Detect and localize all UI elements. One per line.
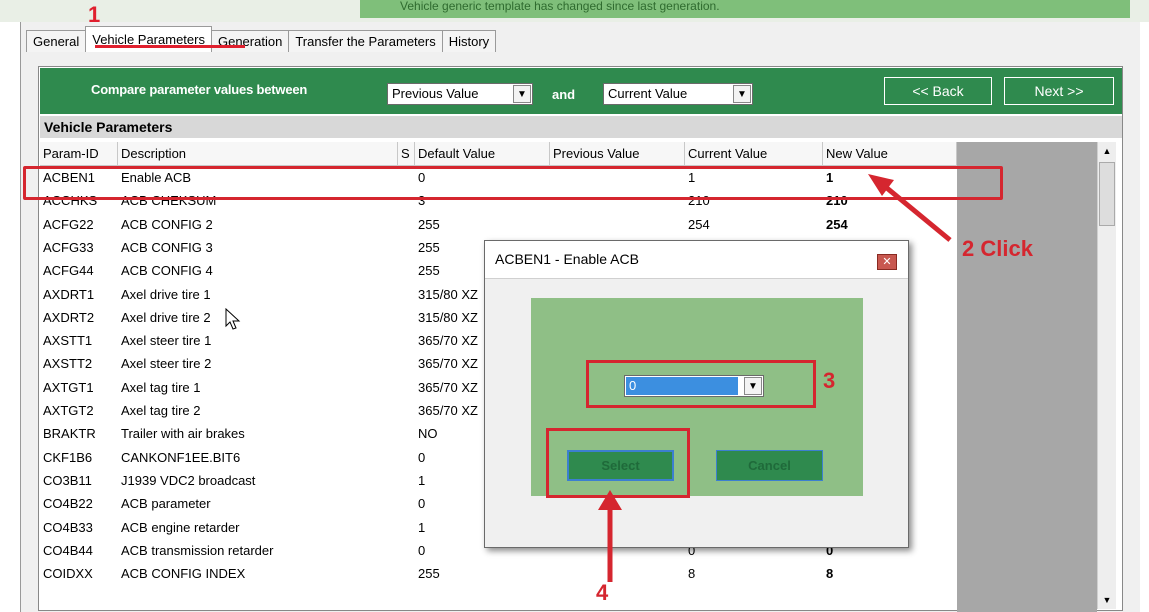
cell-description: J1939 VDC2 broadcast bbox=[121, 472, 256, 488]
tab-generation[interactable]: Generation bbox=[210, 30, 290, 52]
cell-s bbox=[398, 539, 415, 562]
column-header-new-value[interactable]: New Value bbox=[823, 142, 957, 166]
cell-description: CANKONF1EE.BIT6 bbox=[121, 449, 241, 465]
annotation-arrow-2-icon bbox=[868, 174, 952, 242]
cell-description: ACB CONFIG 4 bbox=[121, 263, 213, 279]
cell-description: ACB transmission retarder bbox=[121, 542, 274, 558]
scroll-thumb[interactable] bbox=[1099, 162, 1115, 226]
cell-s bbox=[398, 213, 415, 236]
cell-default-value: 255 bbox=[418, 216, 440, 232]
tab-transfer-parameters[interactable]: Transfer the Parameters bbox=[288, 30, 443, 52]
cell-param-id: CKF1B6 bbox=[43, 449, 93, 465]
cell-description: Axel drive tire 2 bbox=[121, 309, 211, 325]
dropdown-arrow-icon[interactable]: ▼ bbox=[733, 85, 751, 103]
cell-param-id: ACFG33 bbox=[43, 239, 94, 255]
cell-s bbox=[398, 446, 415, 469]
cell-param-id: AXDRT2 bbox=[43, 309, 95, 325]
compare-right-select[interactable]: Current Value ▼ bbox=[603, 83, 753, 105]
cell-s bbox=[398, 329, 415, 352]
cell-description: ACB engine retarder bbox=[121, 519, 240, 535]
cell-s bbox=[398, 399, 415, 422]
cell-s bbox=[398, 306, 415, 329]
status-message: Vehicle generic template has changed sin… bbox=[360, 0, 1130, 18]
vertical-scrollbar[interactable]: ▲ ▼ bbox=[1097, 142, 1116, 609]
scroll-up-icon[interactable]: ▲ bbox=[1098, 142, 1116, 160]
cell-param-id: COIDXX bbox=[43, 566, 93, 582]
cell-description: Axel tag tire 1 bbox=[121, 379, 201, 395]
cell-param-id: ACFG22 bbox=[43, 216, 94, 232]
close-icon[interactable]: ✕ bbox=[877, 254, 897, 270]
cell-description: Axel drive tire 1 bbox=[121, 286, 211, 302]
grid-header: Param-ID Description S Default Value Pre… bbox=[40, 142, 957, 166]
annotation-step-1: 1 bbox=[88, 2, 101, 27]
scroll-down-icon[interactable]: ▼ bbox=[1098, 591, 1116, 609]
cell-s bbox=[398, 352, 415, 375]
cell-s bbox=[398, 492, 415, 515]
annotation-arrow-4-icon bbox=[598, 490, 622, 582]
cell-param-id: ACFG44 bbox=[43, 263, 94, 279]
cell-param-id: AXTGT1 bbox=[43, 379, 94, 395]
cell-s bbox=[398, 469, 415, 492]
cell-param-id: AXSTT1 bbox=[43, 333, 93, 349]
cell-param-id: AXTGT2 bbox=[43, 403, 94, 418]
cell-description: ACB parameter bbox=[121, 496, 211, 512]
cell-description: ACB CONFIG INDEX bbox=[121, 566, 246, 582]
annotation-step-2: 2 Click bbox=[962, 236, 1033, 261]
cancel-button[interactable]: Cancel bbox=[716, 450, 823, 481]
annotation-step-3: 3 bbox=[823, 368, 836, 393]
cell-param-id: AXSTT2 bbox=[43, 356, 93, 372]
dialog-title: ACBEN1 - Enable ACB bbox=[495, 251, 639, 267]
back-button[interactable]: << Back bbox=[884, 77, 992, 105]
cell-param-id: CO4B33 bbox=[43, 519, 93, 535]
cell-current-value: 254 bbox=[688, 216, 710, 232]
annotation-tab-underline bbox=[95, 45, 245, 48]
cell-s bbox=[398, 422, 415, 445]
next-button[interactable]: Next >> bbox=[1004, 77, 1114, 105]
cell-param-id: BRAKTR bbox=[43, 426, 96, 442]
tab-general[interactable]: General bbox=[26, 30, 87, 52]
cell-s bbox=[398, 376, 415, 399]
column-header-default-value[interactable]: Default Value bbox=[415, 142, 550, 166]
annotation-row-highlight bbox=[23, 166, 1003, 200]
cell-param-id: CO4B22 bbox=[43, 496, 93, 512]
cell-description: ACB CONFIG 3 bbox=[121, 239, 213, 255]
cell-param-id: CO3B11 bbox=[43, 472, 92, 488]
cell-default-value: 255 bbox=[418, 566, 440, 582]
compare-right-value: Current Value bbox=[608, 86, 688, 101]
cell-s bbox=[398, 283, 415, 306]
cell-s bbox=[398, 562, 415, 585]
cell-param-id: AXDRT1 bbox=[43, 286, 95, 302]
table-row[interactable]: ACFG22 ACB CONFIG 2 255 254 254 bbox=[40, 213, 957, 236]
table-row[interactable]: COIDXX ACB CONFIG INDEX 255 8 8 bbox=[40, 562, 957, 585]
cell-s bbox=[398, 236, 415, 259]
cell-description: Axel steer tire 1 bbox=[121, 333, 212, 349]
annotation-step-4: 4 bbox=[596, 580, 609, 605]
column-header-s[interactable]: S bbox=[398, 142, 415, 166]
compare-label: Compare parameter values between bbox=[91, 82, 308, 97]
column-header-previous-value[interactable]: Previous Value bbox=[550, 142, 685, 166]
column-header-param-id[interactable]: Param-ID bbox=[40, 142, 118, 166]
compare-left-value: Previous Value bbox=[392, 86, 479, 101]
grid-empty-area bbox=[957, 142, 1097, 612]
cell-description: Axel tag tire 2 bbox=[121, 403, 201, 418]
cell-previous-value bbox=[550, 213, 685, 236]
column-header-current-value[interactable]: Current Value bbox=[685, 142, 823, 166]
annotation-box-3 bbox=[586, 360, 816, 408]
grid-title: Vehicle Parameters bbox=[40, 116, 1122, 138]
cell-s bbox=[398, 259, 415, 282]
cell-param-id: CO4B44 bbox=[43, 542, 93, 558]
cell-description: Axel steer tire 2 bbox=[121, 356, 212, 372]
cell-description: ACB CONFIG 2 bbox=[121, 216, 213, 232]
tab-history[interactable]: History bbox=[441, 30, 497, 52]
cell-description: Trailer with air brakes bbox=[121, 426, 245, 442]
column-header-description[interactable]: Description bbox=[118, 142, 398, 166]
and-label: and bbox=[552, 87, 576, 102]
cell-new-value: 8 bbox=[826, 566, 834, 582]
compare-left-select[interactable]: Previous Value ▼ bbox=[387, 83, 533, 105]
dropdown-arrow-icon[interactable]: ▼ bbox=[513, 85, 531, 103]
tab-vehicle-parameters[interactable]: Vehicle Parameters bbox=[85, 26, 212, 52]
cell-s bbox=[398, 516, 415, 539]
cell-current-value: 8 bbox=[688, 566, 696, 582]
mouse-cursor-icon bbox=[225, 308, 241, 330]
